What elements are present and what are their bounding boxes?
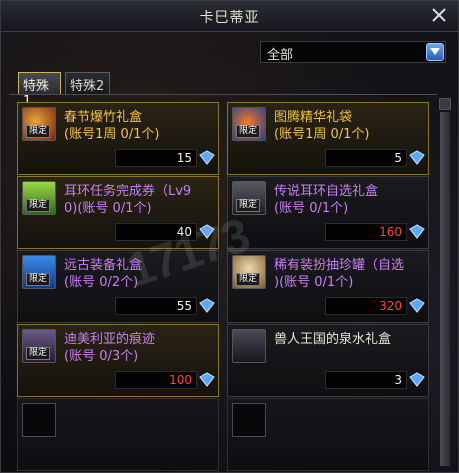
- title-bar[interactable]: 卡巳蒂亚: [1, 1, 458, 32]
- ancient-gear-box-icon: 限定: [22, 255, 56, 289]
- item-price: 15: [176, 151, 192, 165]
- empty-slot: [227, 398, 429, 471]
- item-limit: )(账号 0/1个): [274, 275, 354, 290]
- item-name: 传说耳环自选礼盒: [274, 184, 379, 199]
- price-field: 160: [325, 223, 407, 241]
- gem-currency-icon: [409, 298, 425, 313]
- list-item[interactable]: 限定 稀有装扮抽珍罐（自选 )(账号 0/1个) 320: [227, 250, 429, 323]
- spring-box-icon: [232, 329, 266, 363]
- quest-ticket-icon: 限定: [22, 181, 56, 215]
- list-item[interactable]: 限定 传说耳环自选礼盒 (账号 0/1个) 160: [227, 176, 429, 249]
- price-field: 55: [115, 297, 197, 315]
- firecracker-box-icon: 限定: [22, 107, 56, 141]
- tab-special-2[interactable]: 特殊2: [65, 72, 110, 94]
- chevron-down-icon[interactable]: [426, 43, 444, 61]
- list-item[interactable]: 兽人王国的泉水礼盒 3: [227, 324, 429, 397]
- empty-slot-box: [232, 403, 266, 437]
- list-item[interactable]: 限定 迪美利亚的痕迹 (账号 0/3个) 100: [17, 324, 219, 397]
- tab-special-1[interactable]: 特殊1: [18, 72, 61, 109]
- item-price: 3: [394, 373, 402, 387]
- item-limit: 0)(账号 0/1个): [64, 201, 152, 216]
- gem-currency-icon: [199, 372, 215, 387]
- item-price: 5: [394, 151, 402, 165]
- item-limit: (账号 0/1个): [274, 201, 349, 216]
- scrollbar[interactable]: [439, 98, 451, 468]
- category-dropdown-value: 全部: [267, 48, 294, 63]
- category-dropdown[interactable]: 全部: [260, 41, 446, 63]
- scroll-thumb[interactable]: [440, 112, 450, 466]
- item-price: 320: [379, 299, 402, 313]
- gem-currency-icon: [199, 150, 215, 165]
- empty-slot-box: [22, 403, 56, 437]
- totem-bag-icon: 限定: [232, 107, 266, 141]
- gem-currency-icon: [409, 224, 425, 239]
- item-price: 100: [169, 373, 192, 387]
- price-field: 3: [325, 371, 407, 389]
- window-title: 卡巳蒂亚: [199, 10, 260, 26]
- price-field: 5: [325, 149, 407, 167]
- item-name: 兽人王国的泉水礼盒: [274, 332, 392, 347]
- price-field: 15: [115, 149, 197, 167]
- trace-box-icon: 限定: [22, 329, 56, 363]
- price-field: 100: [115, 371, 197, 389]
- close-icon: [432, 8, 446, 22]
- gem-currency-icon: [199, 298, 215, 313]
- item-name: 图腾精华礼袋: [274, 110, 353, 125]
- item-limit: (账号1周 0/1个): [64, 127, 160, 142]
- item-price: 160: [379, 225, 402, 239]
- gem-currency-icon: [409, 372, 425, 387]
- shop-window: 卡巳蒂亚 全部 特殊1 特殊2 限定 春节爆竹礼盒 (账号1周 0/1个) 15: [0, 0, 459, 473]
- item-limit: (账号 0/3个): [64, 349, 139, 364]
- scroll-up-button[interactable]: [439, 98, 451, 110]
- item-price: 55: [176, 299, 192, 313]
- empty-slot: [17, 398, 219, 471]
- item-name: 春节爆竹礼盒: [64, 110, 143, 125]
- item-name: 迪美利亚的痕迹: [64, 332, 156, 347]
- item-list: 限定 春节爆竹礼盒 (账号1周 0/1个) 15 限定 图腾精华礼袋 (账号1周…: [9, 94, 437, 472]
- item-limit: (账号1周 0/1个): [274, 127, 370, 142]
- item-name: 稀有装扮抽珍罐（自选: [274, 258, 405, 273]
- gem-currency-icon: [409, 150, 425, 165]
- price-field: 320: [325, 297, 407, 315]
- list-item[interactable]: 限定 图腾精华礼袋 (账号1周 0/1个) 5: [227, 102, 429, 175]
- item-name: 耳环任务完成券（Lv9: [64, 184, 192, 199]
- close-button[interactable]: [430, 6, 448, 24]
- list-item[interactable]: 限定 春节爆竹礼盒 (账号1周 0/1个) 15: [17, 102, 219, 175]
